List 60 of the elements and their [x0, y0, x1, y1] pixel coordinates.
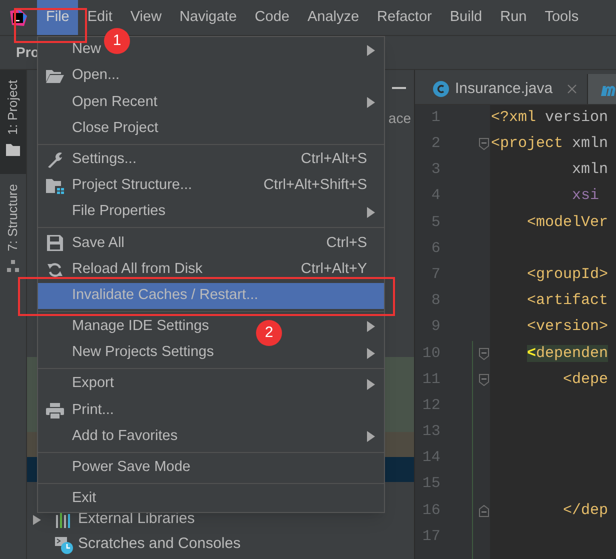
menu-bar-item[interactable]: Refactor [377, 6, 432, 28]
console-clock-icon [55, 536, 73, 554]
code-line: <modelVer [526, 212, 608, 233]
menu-item[interactable]: Open Recent [72, 92, 158, 114]
shortcut-label: Ctrl+Alt+S [300, 150, 367, 169]
shortcut-label: Ctrl+Alt+Shift+S [263, 176, 367, 196]
menu-item[interactable]: Export [72, 373, 114, 396]
code-line: <dependen [526, 344, 608, 364]
tree-item-label: ace [388, 108, 411, 128]
code-line: <version> [526, 317, 608, 338]
close-icon [566, 84, 577, 94]
tree-item-label[interactable]: Scratches and Consoles [78, 533, 241, 556]
menu-item[interactable]: Power Save Mode [72, 457, 190, 479]
code-line: <project xmln [491, 134, 608, 154]
code-line: <artifact [526, 291, 608, 312]
wrench-icon [46, 150, 64, 169]
tool-window-tab[interactable]: 7: Structure [0, 174, 26, 278]
menu-bar-item[interactable]: Build [450, 6, 482, 28]
menu-bar-item[interactable]: Navigate [180, 6, 237, 28]
app-logo-icon [8, 8, 28, 28]
menu-item[interactable]: Exit [72, 488, 96, 510]
menu-item[interactable]: File Properties [72, 201, 166, 224]
menu-bar-item[interactable]: File [37, 0, 78, 35]
menu-item[interactable]: Project Structure... [72, 175, 192, 197]
menu-item[interactable]: Print... [72, 400, 114, 422]
menu-bar-item[interactable]: Edit [87, 6, 112, 28]
menu-item[interactable]: New Projects Settings [72, 342, 214, 364]
code-line: <groupId> [526, 264, 608, 285]
menu-item[interactable]: Settings... [72, 148, 136, 171]
menu-item[interactable]: Close Project [72, 118, 158, 140]
menu-item[interactable]: Open... [72, 65, 120, 88]
folder-icon [45, 68, 65, 84]
code-line: xmln [571, 160, 608, 180]
step-number-badge: 1 [104, 28, 130, 54]
menu-bar-item[interactable]: Code [254, 6, 290, 28]
tool-window-tab[interactable]: 1: Project [0, 70, 26, 174]
printer-icon [46, 402, 64, 419]
reload-icon [47, 262, 63, 278]
folder-icon [45, 178, 65, 194]
menu-item[interactable]: Manage IDE Settings [72, 316, 210, 338]
shortcut-label: Ctrl+S [326, 234, 367, 253]
editor-tab[interactable]: Insurance.java [423, 74, 588, 104]
library-icon [55, 512, 73, 528]
menu-bar-item[interactable]: Tools [544, 6, 579, 28]
class-icon [433, 81, 449, 97]
code-line: <depe [562, 370, 608, 390]
menu-bar-item[interactable]: Run [500, 6, 527, 28]
menu-item[interactable]: New [72, 39, 102, 61]
collapse-icon [392, 86, 406, 90]
menu-bar-item[interactable]: Analyze [307, 6, 360, 28]
structure-icon [6, 259, 20, 274]
code-line: xsi [571, 186, 600, 206]
shortcut-label: Ctrl+Alt+Y [300, 260, 367, 279]
code-line: <?xml version [491, 108, 608, 128]
code-line: </dep [562, 500, 608, 521]
menu-item[interactable]: Reload All from Disk [72, 258, 203, 280]
menu-item[interactable]: Save All [72, 232, 124, 254]
menu-item[interactable]: Add to Favorites [72, 426, 178, 448]
folder-icon [5, 142, 21, 157]
menu-bar-item[interactable]: View [130, 6, 162, 28]
